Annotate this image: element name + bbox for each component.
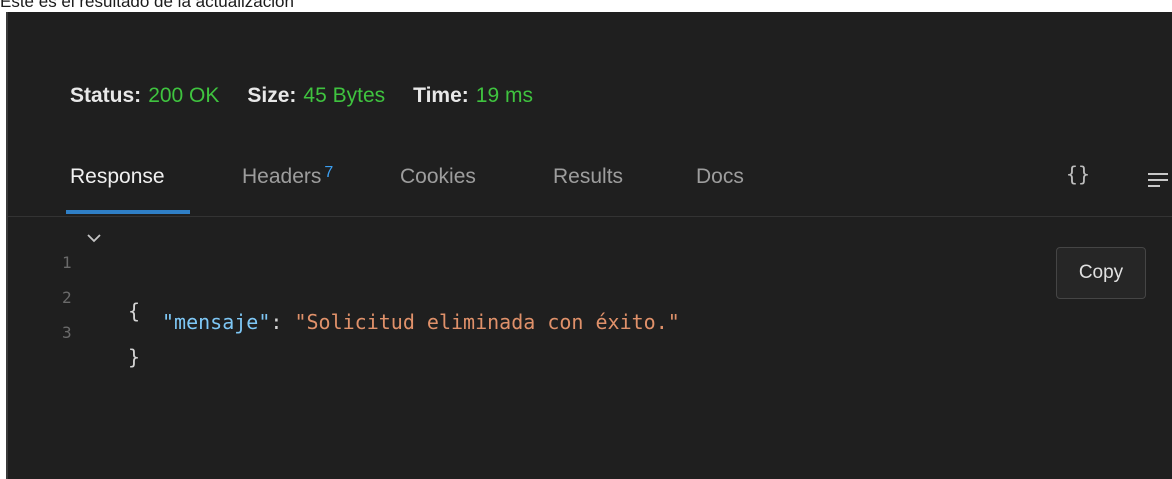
size-label: Size: bbox=[247, 84, 297, 107]
chevron-down-icon[interactable] bbox=[84, 228, 104, 248]
code-line: 1 { bbox=[8, 224, 140, 323]
copy-button[interactable]: Copy bbox=[1056, 247, 1146, 299]
json-separator: : bbox=[270, 310, 295, 334]
time-label: Time: bbox=[413, 84, 469, 107]
json-key: "mensaje" bbox=[162, 310, 271, 334]
tab-results[interactable]: Results bbox=[553, 160, 623, 216]
headers-count-badge: 7 bbox=[324, 164, 334, 181]
active-tab-indicator bbox=[66, 210, 190, 214]
line-number: 3 bbox=[62, 323, 72, 342]
wrap-lines-icon[interactable] bbox=[1148, 170, 1168, 190]
size-field: Size: 45 Bytes bbox=[247, 84, 385, 108]
status-label: Status: bbox=[70, 84, 142, 107]
braces-icon[interactable]: {} bbox=[1066, 162, 1090, 186]
tab-response[interactable]: Response bbox=[70, 160, 165, 216]
tab-divider bbox=[8, 216, 1172, 217]
response-tabs: Response Headers 7 Cookies Results Docs bbox=[8, 160, 1172, 216]
json-pair: "mensaje": "Solicitud eliminada con éxit… bbox=[162, 307, 680, 337]
size-value: 45 Bytes bbox=[303, 84, 386, 107]
time-field: Time: 19 ms bbox=[413, 84, 533, 108]
response-panel: Status: 200 OK Size: 45 Bytes Time: 19 m… bbox=[6, 12, 1172, 479]
response-status-bar: Status: 200 OK Size: 45 Bytes Time: 19 m… bbox=[70, 84, 533, 108]
status-field: Status: 200 OK bbox=[70, 84, 219, 108]
tab-headers[interactable]: Headers 7 bbox=[242, 160, 333, 216]
caption-text: Este es el resultado de la actualización bbox=[0, 0, 294, 11]
json-close-brace: } bbox=[128, 345, 141, 369]
code-line: 3 } bbox=[8, 294, 140, 369]
tab-docs[interactable]: Docs bbox=[696, 160, 744, 216]
json-open-brace: { bbox=[128, 299, 141, 323]
status-value: 200 OK bbox=[148, 84, 220, 107]
tab-headers-label: Headers bbox=[242, 165, 322, 188]
json-string-value: "Solicitud eliminada con éxito." bbox=[294, 310, 680, 334]
tab-cookies[interactable]: Cookies bbox=[400, 160, 476, 216]
time-value: 19 ms bbox=[475, 84, 533, 107]
code-line: 2 "mensaje": "Solicitud eliminada con éx… bbox=[8, 259, 680, 334]
